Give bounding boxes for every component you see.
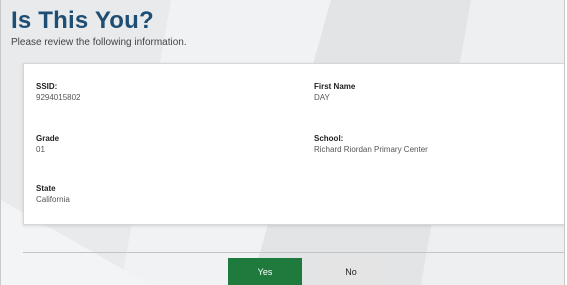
page-subtitle: Please review the following information. [11, 37, 187, 48]
first-name-field: First Name DAY [314, 82, 355, 103]
state-value: California [36, 195, 70, 204]
school-value: Richard Riordan Primary Center [314, 145, 428, 154]
grade-field: Grade 01 [36, 134, 59, 155]
no-button[interactable]: No [314, 258, 388, 285]
ssid-field: SSID: 9294015802 [36, 82, 81, 103]
ssid-value: 9294015802 [36, 93, 81, 102]
state-field: State California [36, 184, 70, 205]
school-field: School: Richard Riordan Primary Center [314, 134, 428, 155]
page-header: Is This You? Please review the following… [11, 6, 187, 49]
school-label: School: [314, 134, 344, 143]
grade-value: 01 [36, 145, 45, 154]
page-title: Is This You? [11, 7, 154, 34]
footer-divider [23, 252, 564, 253]
student-info-card: SSID: 9294015802 First Name DAY Grade 01… [23, 63, 564, 225]
first-name-value: DAY [314, 93, 330, 102]
first-name-label: First Name [314, 82, 356, 91]
grade-label: Grade [36, 134, 60, 143]
yes-button[interactable]: Yes [228, 258, 302, 285]
state-label: State [36, 184, 56, 193]
ssid-label: SSID: [36, 82, 58, 91]
confirmation-panel: Is This You? Please review the following… [0, 0, 565, 285]
